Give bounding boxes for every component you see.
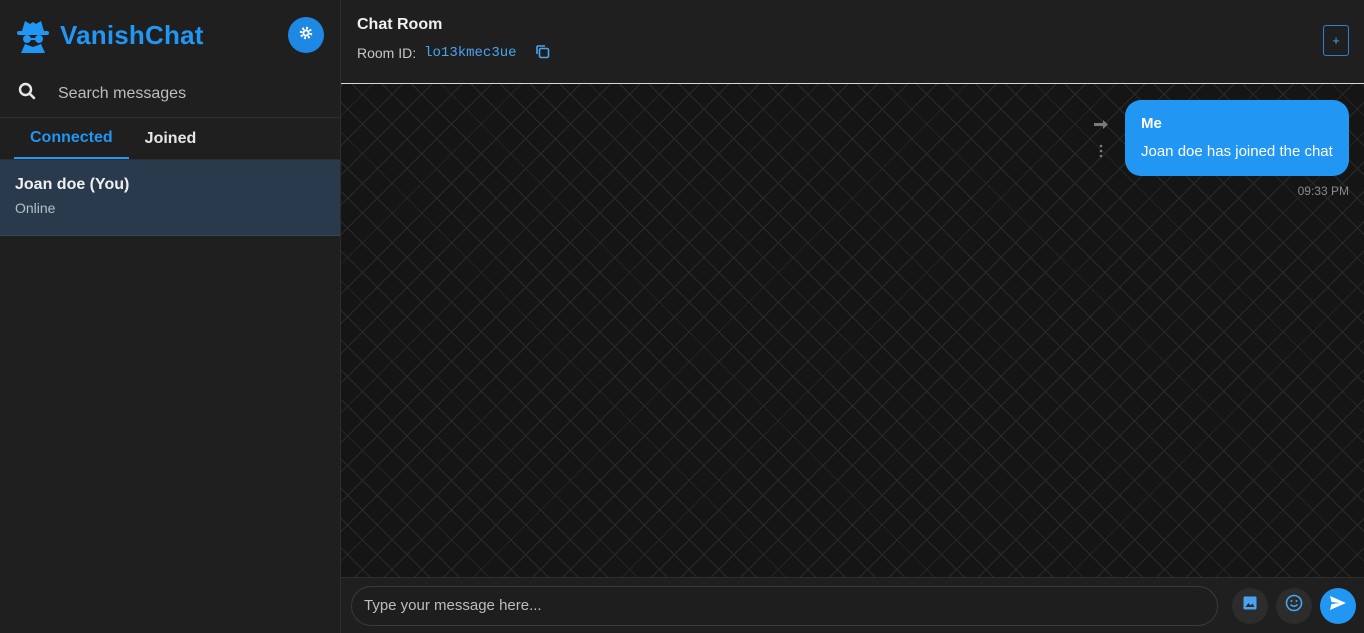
message-item: Me Joan doe has joined the chat 09:33 PM bbox=[1093, 100, 1349, 198]
settings-button[interactable] bbox=[288, 17, 324, 53]
message-text: Joan doe has joined the chat bbox=[1141, 143, 1333, 160]
chat-header: Chat Room Room ID: lo13kmec3ue + bbox=[341, 0, 1364, 84]
message-timestamp: 09:33 PM bbox=[1297, 184, 1349, 198]
user-name: Joan doe (You) bbox=[15, 176, 130, 193]
user-status: Online bbox=[15, 200, 56, 216]
search-icon bbox=[18, 82, 36, 105]
room-title: Chat Room bbox=[357, 16, 443, 33]
tab-connected[interactable]: Connected bbox=[14, 118, 129, 159]
emoji-button[interactable] bbox=[1276, 587, 1312, 624]
message-composer bbox=[341, 577, 1364, 633]
send-button[interactable] bbox=[1320, 587, 1356, 624]
emoji-icon bbox=[1285, 594, 1303, 617]
sidebar: VanishChat Search messages Connected Joi… bbox=[0, 0, 341, 633]
forward-icon[interactable] bbox=[1093, 118, 1109, 136]
chat-panel: Chat Room Room ID: lo13kmec3ue + Me Joan… bbox=[341, 0, 1364, 633]
room-id-row: Room ID: lo13kmec3ue bbox=[357, 44, 1348, 62]
app: VanishChat Search messages Connected Joi… bbox=[0, 0, 1364, 633]
brand-bar: VanishChat bbox=[0, 0, 340, 70]
gear-icon bbox=[298, 25, 314, 46]
message-area: Me Joan doe has joined the chat 09:33 PM bbox=[341, 84, 1364, 577]
user-list-item[interactable]: Joan doe (You) Online bbox=[0, 160, 340, 236]
copy-icon bbox=[535, 44, 550, 62]
send-icon bbox=[1329, 595, 1347, 616]
message-bubble: Me Joan doe has joined the chat bbox=[1125, 100, 1349, 176]
message-actions bbox=[1093, 118, 1109, 163]
message-sender: Me bbox=[1141, 115, 1162, 132]
message-input[interactable] bbox=[351, 585, 1218, 626]
copy-room-id-button[interactable] bbox=[535, 44, 550, 62]
search-input[interactable] bbox=[58, 84, 298, 103]
more-options-icon[interactable] bbox=[1099, 144, 1103, 163]
image-icon bbox=[1242, 595, 1258, 616]
tab-bar: Connected Joined bbox=[0, 118, 340, 160]
new-room-button[interactable]: + bbox=[1323, 25, 1349, 56]
message-row: Me Joan doe has joined the chat bbox=[1093, 100, 1349, 176]
brand-name: VanishChat bbox=[60, 19, 204, 50]
room-id-label: Room ID: bbox=[357, 45, 417, 61]
room-id-value: lo13kmec3ue bbox=[424, 45, 517, 61]
search-bar bbox=[0, 70, 340, 118]
logo: VanishChat bbox=[14, 16, 204, 54]
attach-image-button[interactable] bbox=[1232, 587, 1268, 624]
spy-incognito-icon bbox=[14, 16, 52, 54]
tab-joined[interactable]: Joined bbox=[129, 118, 213, 159]
